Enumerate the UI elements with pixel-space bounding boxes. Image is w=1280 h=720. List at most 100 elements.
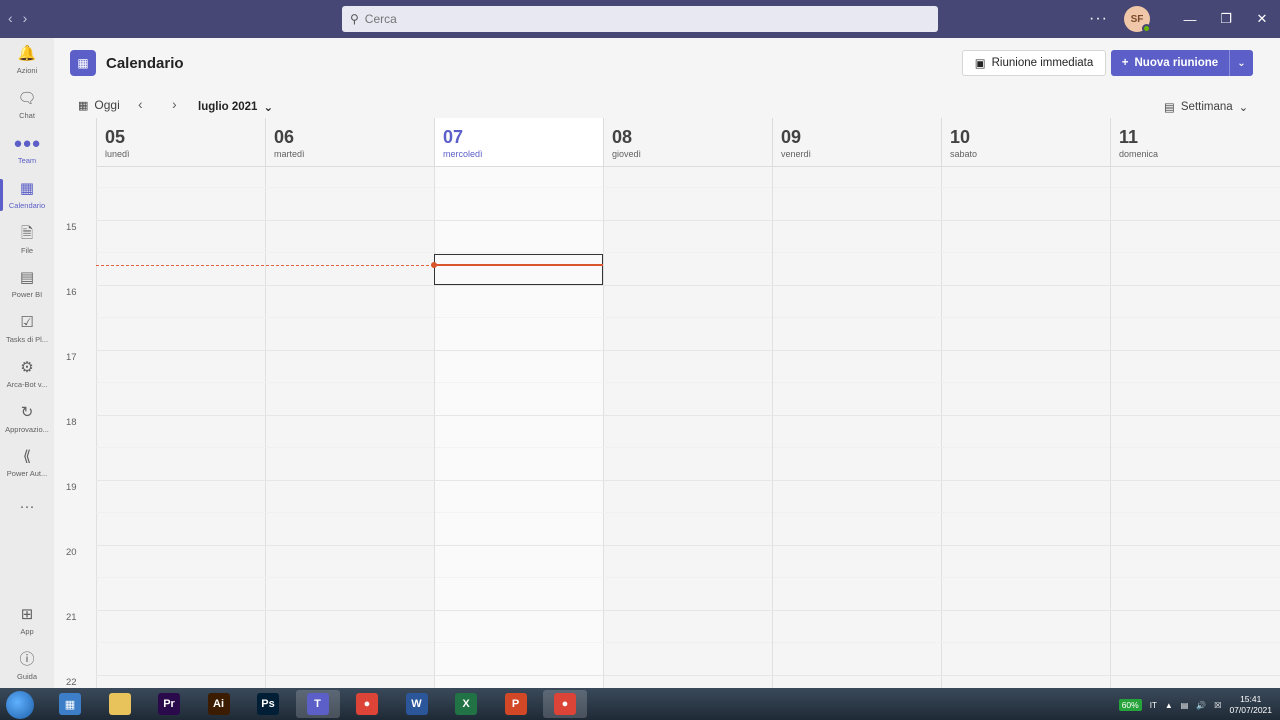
tray-expand-icon[interactable]: ▲ [1165,701,1173,710]
week-grid: 05 lunedì 06 martedì 07 mercoledì 08 gio… [54,118,1280,688]
half-hour-line [96,187,1280,188]
half-hour-line [96,382,1280,383]
file-icon: 🗎 [20,224,34,242]
chat-icon: 🗨 [17,89,37,107]
maximize-button[interactable]: ❐ [1208,0,1244,38]
day-header-monday[interactable]: 05 lunedì [96,118,265,166]
day-number: 10 [950,127,971,147]
day-header-saturday[interactable]: 10 sabato [941,118,1110,166]
taskbar-app-photoshop[interactable]: Ps [246,690,290,718]
search-icon: ⚲ [350,12,359,26]
taskbar-app-excel[interactable]: X [444,690,488,718]
hour-label: 20 [66,547,77,558]
taskbar-app-chrome[interactable]: ● [345,690,389,718]
rail-label: App [20,626,34,636]
approvals-icon: ↻ [20,403,34,421]
page-title: Calendario [106,55,184,72]
tasks-icon: ☑ [20,313,34,331]
rail-item-power-automate[interactable]: ⟪ Power Aut... [0,441,54,485]
rail-label: Tasks di Pl... [5,334,49,344]
hour-line [96,220,1280,221]
rail-item-guida[interactable]: ⓘ Guida [0,644,54,688]
rail-label: Azioni [16,65,38,75]
day-name: martedì [274,149,305,159]
today-button[interactable]: ▦ Oggi [78,98,120,112]
rail-item-chat[interactable]: 🗨 Chat [0,83,54,127]
teams-icon: ●●● [13,134,41,152]
new-meeting-main[interactable]: + Nuova riunione [1111,50,1229,76]
day-header-sunday[interactable]: 11 domenica [1110,118,1280,166]
start-button[interactable] [6,691,34,719]
hour-line [96,480,1280,481]
day-number: 11 [1119,127,1139,147]
rail-item-approvazioni[interactable]: ↻ Approvazio... [0,397,54,441]
excel-icon: X [455,693,477,715]
taskbar-app-chrome-2[interactable]: ● [543,690,587,718]
power-automate-icon: ⟪ [22,447,32,465]
windows-taskbar: ▦ Pr Ai Ps T ● W X P ● 60% IT ▲ ▤ 🔊 ☒ 15:41 07/07… [0,688,1280,720]
rail-item-calendario[interactable]: ▦ Calendario [0,173,54,217]
immediate-meeting-button[interactable]: ▣ Riunione immediata [962,50,1106,76]
help-icon: ⓘ [19,650,35,668]
avatar[interactable]: SF [1124,6,1151,33]
more-options-icon[interactable]: ··· [1089,10,1108,28]
powerpoint-icon: P [504,693,527,715]
calendar-icon: ▦ [19,179,35,197]
half-hour-line [96,512,1280,513]
battery-indicator[interactable]: 60% [1118,699,1142,711]
network-icon[interactable]: ▤ [1181,701,1189,710]
day-header-tuesday[interactable]: 06 martedì [265,118,434,166]
view-selector[interactable]: ▤ Settimana ⌄ [1164,100,1248,114]
taskbar-app-illustrator[interactable]: Ai [197,690,241,718]
taskbar-app-powerpoint[interactable]: P [494,690,538,718]
rail-more-apps[interactable]: ··· [0,486,54,530]
presence-available-icon [1142,24,1151,33]
current-time-dot [431,262,437,268]
day-header-thursday[interactable]: 08 giovedì [603,118,772,166]
taskbar-app-teams[interactable]: T [295,690,340,718]
bell-icon: 🔔 [17,44,37,62]
day-header-friday[interactable]: 09 venerdì [772,118,941,166]
search-input[interactable] [364,12,905,26]
half-hour-line [96,447,1280,448]
chevron-down-icon[interactable]: ⌄ [1229,50,1253,76]
rail-item-file[interactable]: 🗎 File [0,218,54,262]
rail-item-arca-bot[interactable]: ⚙ Arca-Bot v... [0,352,54,396]
close-button[interactable]: ✕ [1244,0,1280,38]
selected-time-slot[interactable] [434,254,603,285]
chrome-icon: ● [356,693,378,715]
rail-label: Arca-Bot v... [6,379,48,389]
previous-week-icon[interactable]: ‹ [138,96,143,112]
day-name: domenica [1119,149,1159,159]
rail-item-app[interactable]: ⊞ App [0,599,54,643]
immediate-meeting-label: Riunione immediata [991,57,1094,69]
taskbar-app-premiere[interactable]: Pr [147,690,191,718]
taskbar-app-file-explorer[interactable] [98,690,142,718]
teams-icon: T [306,693,329,715]
search-box[interactable]: ⚲ [342,6,938,32]
month-picker[interactable]: luglio 2021 ⌄ [198,100,273,114]
taskbar-app-word[interactable]: W [395,690,439,718]
hour-label: 16 [66,287,77,298]
forward-arrow-icon[interactable]: › [23,10,28,26]
rail-item-azioni[interactable]: 🔔 Azioni [0,38,54,82]
next-week-icon[interactable]: › [172,96,177,112]
rail-item-power-bi[interactable]: ▤ Power BI [0,262,54,306]
hour-line [96,610,1280,611]
minimize-button[interactable]: — [1172,0,1208,38]
calendar-toolbar: ▦ Oggi ‹ › luglio 2021 ⌄ ▤ Settimana ⌄ [54,92,1280,120]
new-meeting-button[interactable]: + Nuova riunione ⌄ [1111,50,1253,76]
action-center-icon[interactable]: ☒ [1214,701,1221,710]
current-time-line [96,265,434,266]
volume-icon[interactable]: 🔊 [1196,701,1206,710]
day-number: 07 [443,127,464,147]
day-header-wednesday[interactable]: 07 mercoledì [434,118,603,166]
taskbar-app-screen-app[interactable]: ▦ [48,690,92,718]
current-time-line-today [434,264,603,266]
clock[interactable]: 15:41 07/07/2021 [1229,694,1272,716]
rail-item-tasks[interactable]: ☑ Tasks di Pl... [0,307,54,351]
language-indicator[interactable]: IT [1150,701,1157,710]
rail-item-team[interactable]: ●●● Team [0,128,54,172]
back-arrow-icon[interactable]: ‹ [8,10,13,26]
half-hour-line [96,577,1280,578]
